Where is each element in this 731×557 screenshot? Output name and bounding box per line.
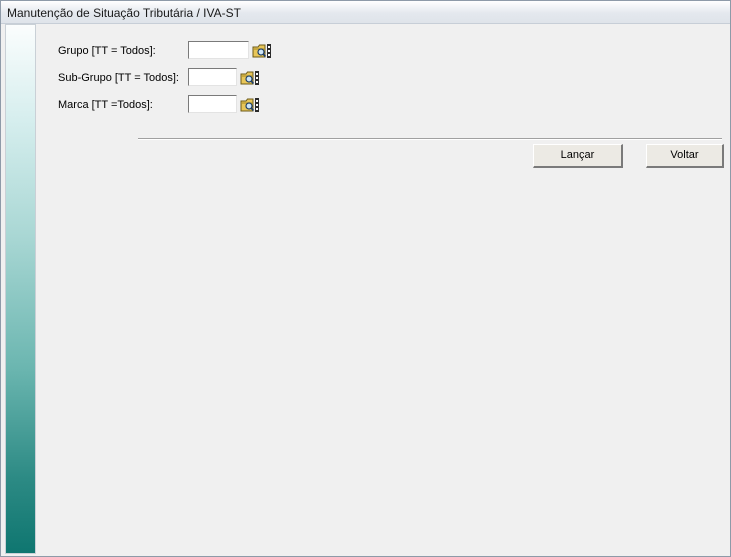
grupo-row: Grupo [TT = Todos]: bbox=[58, 41, 278, 61]
subgrupo-label: Sub-Grupo [TT = Todos]: bbox=[58, 72, 179, 84]
subgrupo-input[interactable] bbox=[188, 68, 237, 86]
marca-label: Marca [TT =Todos]: bbox=[58, 99, 153, 111]
marca-row: Marca [TT =Todos]: bbox=[58, 95, 278, 115]
decorative-sidebar bbox=[5, 24, 36, 554]
folder-search-icon[interactable] bbox=[240, 70, 260, 86]
window-title: Manutenção de Situação Tributária / IVA-… bbox=[7, 6, 241, 20]
folder-search-icon[interactable] bbox=[240, 97, 260, 113]
lancar-button[interactable]: Lançar bbox=[533, 144, 623, 168]
marca-input[interactable] bbox=[188, 95, 237, 113]
subgrupo-row: Sub-Grupo [TT = Todos]: bbox=[58, 68, 278, 88]
voltar-button[interactable]: Voltar bbox=[646, 144, 724, 168]
folder-search-icon[interactable] bbox=[252, 43, 272, 59]
title-bar[interactable]: Manutenção de Situação Tributária / IVA-… bbox=[1, 1, 730, 24]
main-window: Manutenção de Situação Tributária / IVA-… bbox=[0, 0, 731, 557]
divider bbox=[138, 138, 722, 140]
grupo-input[interactable] bbox=[188, 41, 249, 59]
grupo-label: Grupo [TT = Todos]: bbox=[58, 45, 156, 57]
